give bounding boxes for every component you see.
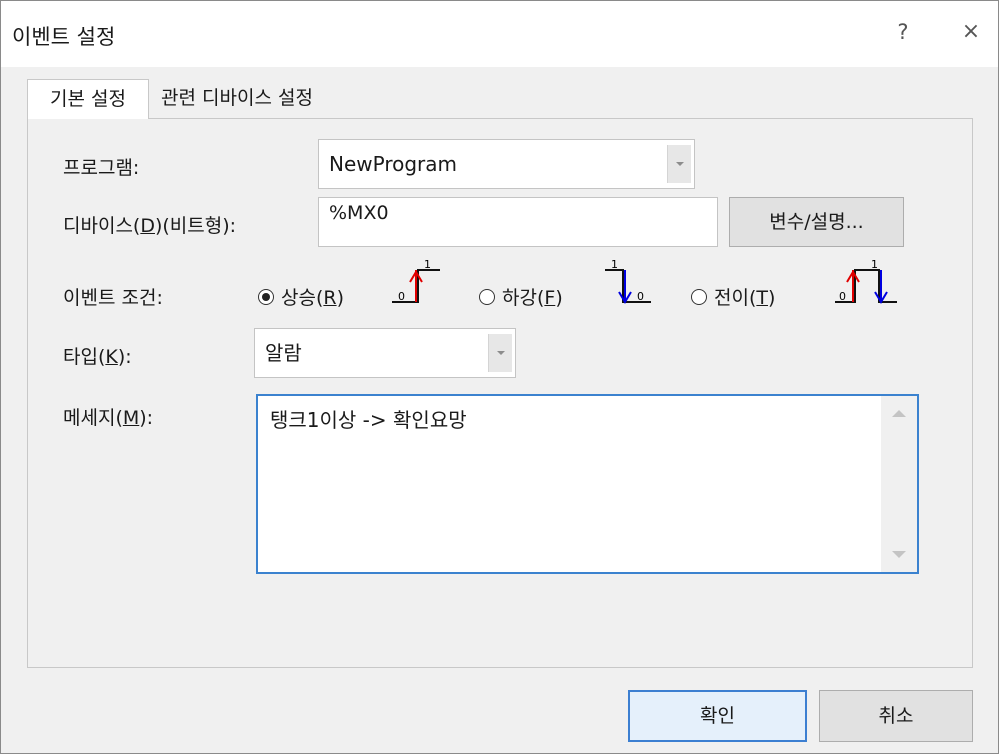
radio-falling[interactable]: 하강(F): [479, 283, 563, 310]
program-label: 프로그램:: [63, 157, 140, 179]
signal-low-text: 0: [398, 290, 405, 303]
tab-basic-settings[interactable]: 기본 설정: [27, 79, 149, 119]
device-input-value: %MX0: [329, 202, 389, 224]
radio-rising-indicator[interactable]: [258, 288, 274, 305]
title-bar: 이벤트 설정 ? ×: [1, 1, 998, 67]
scroll-down-icon[interactable]: [892, 551, 906, 558]
variable-description-button[interactable]: 변수/설명...: [729, 197, 904, 247]
message-label: 메세지(M):: [63, 407, 154, 429]
type-select[interactable]: 알람: [254, 328, 516, 378]
chevron-down-icon[interactable]: [488, 334, 512, 372]
vertical-scrollbar[interactable]: [881, 396, 917, 572]
chevron-down-icon[interactable]: [667, 145, 691, 183]
cancel-button[interactable]: 취소: [819, 690, 973, 742]
message-textarea[interactable]: 탱크1이상 -> 확인요망: [256, 394, 919, 574]
signal-high-text: 1: [871, 258, 878, 271]
dialog-title: 이벤트 설정: [12, 25, 116, 49]
help-button[interactable]: ?: [889, 17, 917, 47]
transition-edge-icon: 1 0: [835, 258, 897, 304]
event-condition-label: 이벤트 조건:: [63, 287, 163, 309]
rising-edge-icon: 1 0: [392, 258, 440, 303]
scroll-up-icon[interactable]: [892, 410, 906, 417]
radio-falling-label: 하강(F): [502, 287, 563, 309]
signal-low-text: 0: [637, 290, 644, 303]
radio-rising[interactable]: 상승(R): [258, 283, 344, 310]
device-label: 디바이스(D)(비트형):: [63, 215, 237, 237]
close-button[interactable]: ×: [956, 17, 986, 47]
tab-related-device-settings[interactable]: 관련 디바이스 설정: [153, 79, 321, 119]
program-select-value: NewProgram: [329, 152, 458, 176]
program-select[interactable]: NewProgram: [318, 139, 695, 189]
event-settings-dialog: 이벤트 설정 ? × 기본 설정 관련 디바이스 설정 프로그램: NewPro…: [0, 0, 999, 754]
message-textarea-value: 탱크1이상 -> 확인요망: [270, 408, 467, 432]
falling-edge-icon: 1 0: [605, 258, 651, 304]
radio-transition-indicator[interactable]: [691, 288, 707, 305]
type-label: 타입(K):: [63, 346, 132, 368]
radio-transition-label: 전이(T): [714, 287, 776, 309]
radio-falling-indicator[interactable]: [479, 288, 495, 305]
signal-high-text: 1: [424, 258, 431, 271]
signal-high-text: 1: [611, 258, 618, 271]
ok-button[interactable]: 확인: [628, 690, 807, 742]
radio-transition[interactable]: 전이(T): [691, 283, 775, 310]
signal-low-text: 0: [839, 290, 846, 303]
type-select-value: 알람: [265, 341, 302, 365]
radio-rising-label: 상승(R): [281, 287, 344, 309]
device-input[interactable]: %MX0: [318, 197, 718, 247]
